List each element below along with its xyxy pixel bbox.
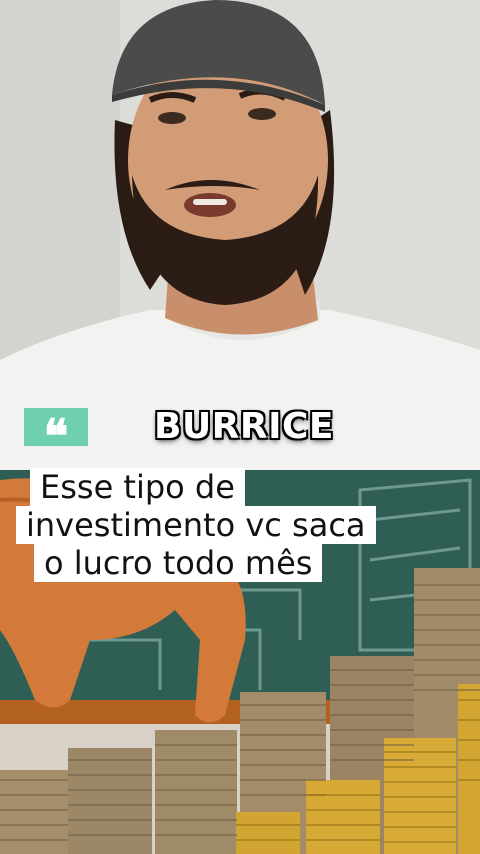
caption-line-1: Esse tipo de <box>30 468 245 506</box>
quote-mark: ❝ <box>43 409 69 463</box>
caption-line-2: investimento vc saca <box>16 506 376 544</box>
caption-line-3: o lucro todo mês <box>34 544 323 582</box>
quote-icon: ❝ <box>24 408 88 459</box>
headline-burrice: BURRICE <box>154 406 335 447</box>
